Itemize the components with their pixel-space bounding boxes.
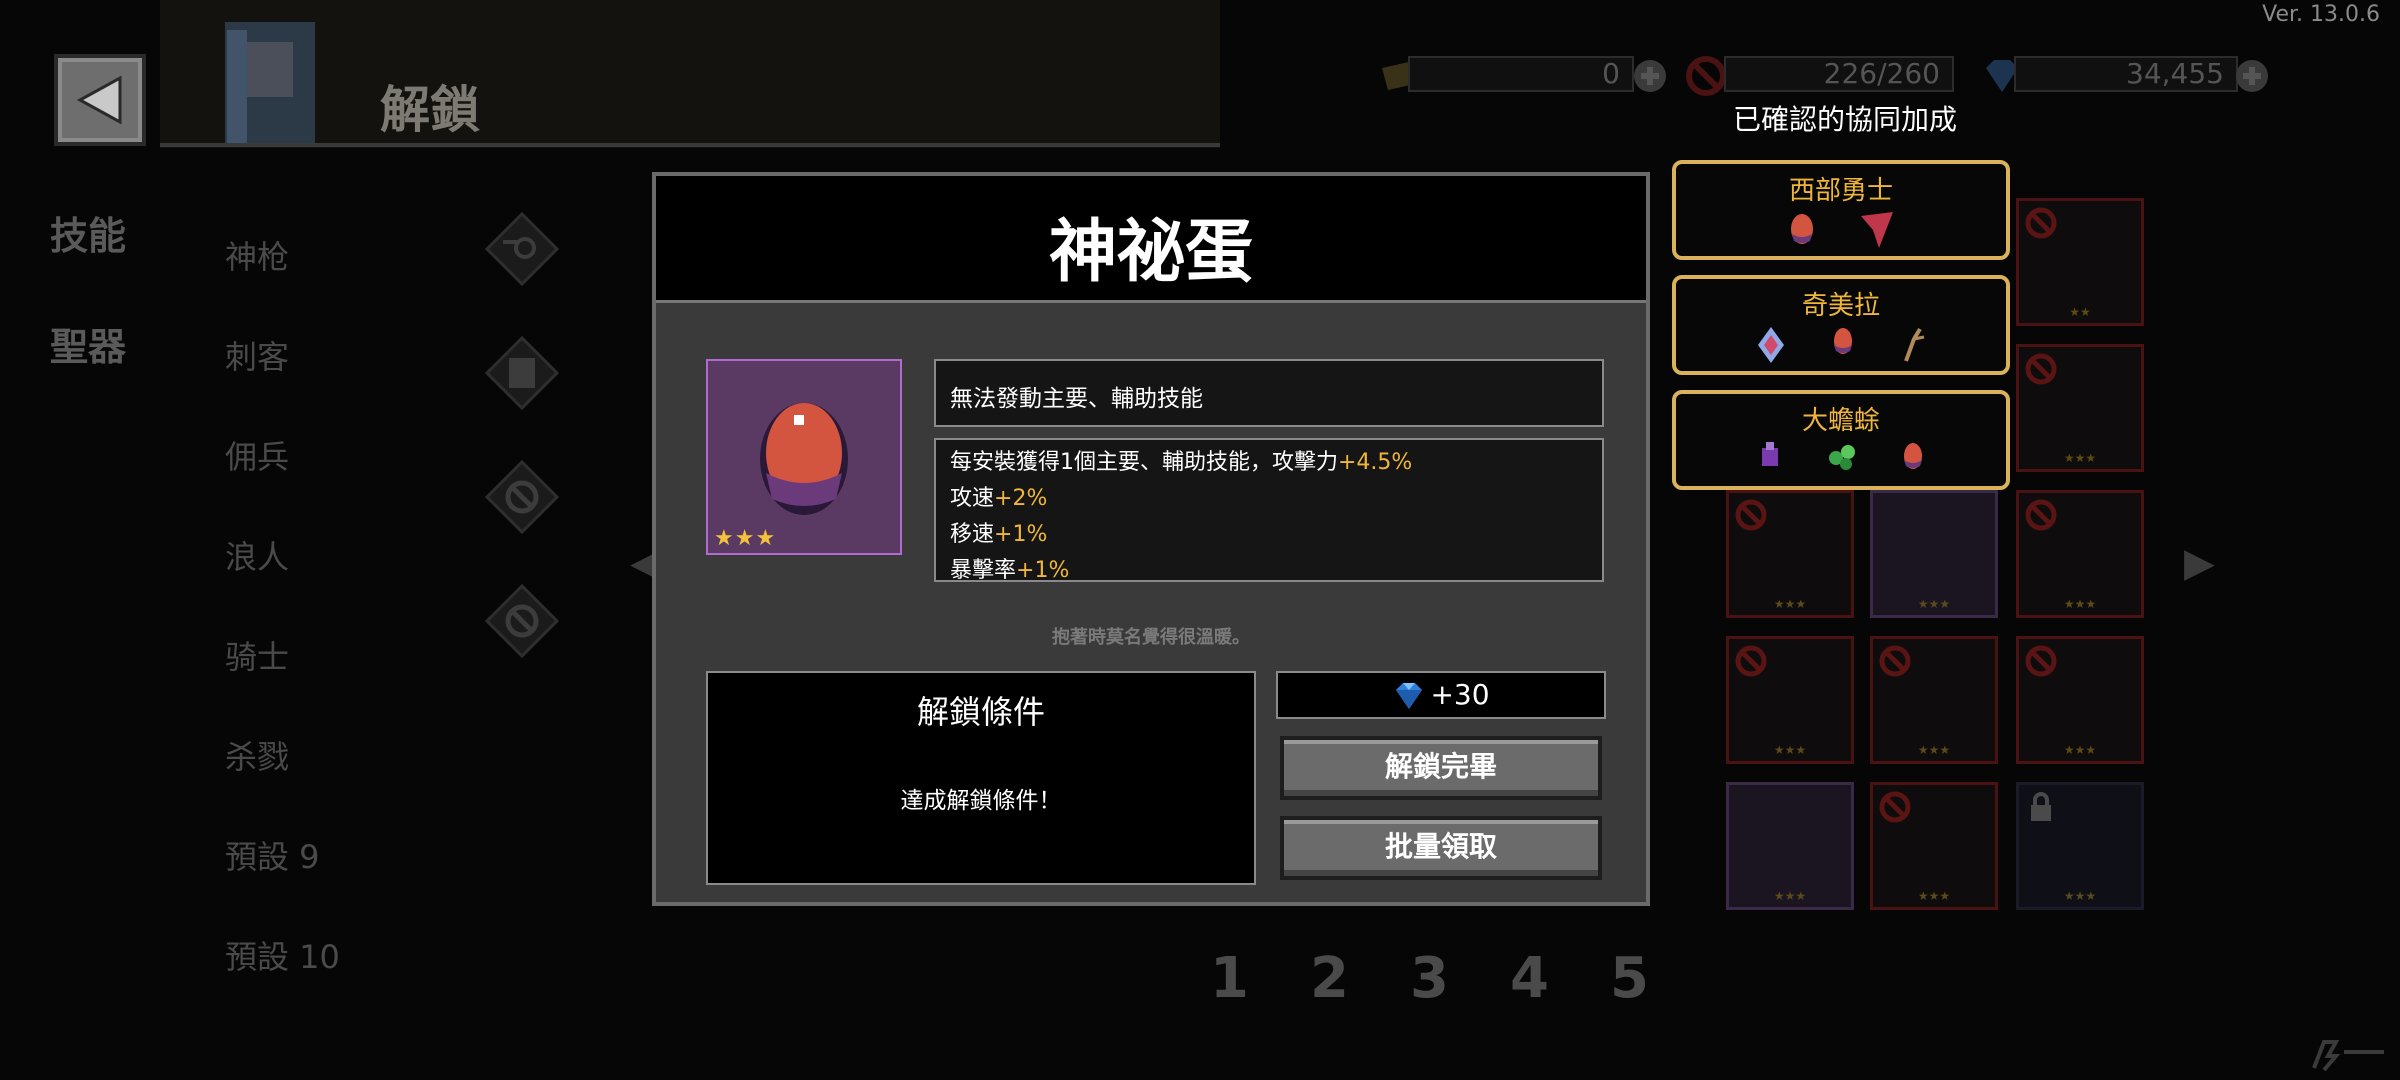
lock-icon (2031, 792, 2051, 821)
egg-icon (1904, 443, 1922, 469)
green-herb-icon (1829, 445, 1855, 470)
relic-detail-modal: 神祕蛋 ★★★ 無法發動主要、輔助技能 每安裝獲得1個主要、輔助技能，攻擊力+4… (652, 172, 1650, 906)
category-item[interactable]: 佣兵 (225, 432, 289, 478)
tab-skills[interactable]: 技能 (50, 205, 126, 260)
page-title: 解鎖 (380, 81, 480, 139)
add-gems-icon[interactable] (2234, 58, 2270, 98)
relic-slot[interactable]: ★★★ (1726, 782, 1854, 910)
locked-no-sign-icon (2025, 645, 2057, 677)
locked-no-sign-icon (1735, 645, 1767, 677)
relic-slot[interactable]: ★★★ (2016, 636, 2144, 764)
stat-line: 每安裝獲得1個主要、輔助技能，攻擊力+4.5% (950, 450, 1413, 475)
version-label: Ver. 13.0.6 (2262, 2, 2380, 27)
relic-slot[interactable]: ★★★ (1870, 636, 1998, 764)
next-page-arrow-icon[interactable]: ▶ (2184, 540, 2215, 586)
locked-no-sign-icon (2025, 353, 2057, 385)
synergy-icons (1676, 440, 2006, 472)
relic-slot[interactable]: ★★★ (1870, 782, 1998, 910)
category-item[interactable]: 預設 9 (225, 832, 320, 878)
stat-line: 移速+1% (950, 522, 1048, 547)
synergy-card[interactable]: 西部勇士 (1672, 160, 2010, 260)
locked-no-sign-icon (1879, 645, 1911, 677)
relic-slot[interactable]: ★★ (2016, 198, 2144, 326)
page-number[interactable]: 5 (1610, 946, 1649, 1011)
mystery-egg-icon (760, 403, 848, 515)
synergy-icons (1676, 210, 2006, 250)
resource-bar-tickets: 0 (1408, 56, 1634, 92)
unlock-complete-button[interactable]: 解鎖完畢 (1280, 736, 1602, 800)
crystal-icon (1758, 327, 1784, 363)
unlock-condition-box: 解鎖條件 達成解鎖條件！ (706, 671, 1256, 885)
category-item[interactable]: 骑士 (225, 632, 289, 678)
refresh-filter-icon[interactable] (484, 583, 560, 659)
item-star-rating: ★★★ (714, 526, 777, 551)
page-number[interactable]: 1 (1210, 946, 1249, 1011)
page-number[interactable]: 2 (1310, 946, 1349, 1011)
reward-display: +30 (1276, 671, 1606, 719)
add-tickets-icon[interactable] (1632, 58, 1668, 98)
category-item[interactable]: 刺客 (225, 332, 289, 378)
category-item[interactable]: 預設 10 (225, 932, 340, 978)
relic-slot[interactable]: ★★★ (1870, 490, 1998, 618)
character-avatar (215, 12, 325, 147)
synergy-name: 奇美拉 (1801, 291, 1880, 321)
page-number[interactable]: 4 (1510, 946, 1549, 1011)
red-scarf-icon (1861, 212, 1893, 248)
locked-no-sign-icon (1735, 499, 1767, 531)
watermark-logo (2310, 1038, 2390, 1078)
scroll-icon[interactable] (484, 335, 560, 411)
flavor-text: 抱著時莫名覺得很溫暖。 (1052, 627, 1250, 648)
stat-line: 暴擊率+1% (950, 558, 1070, 583)
tab-relics[interactable]: 聖器 (50, 316, 126, 371)
relic-slot[interactable]: ★★★ (2016, 490, 2144, 618)
relic-slot[interactable]: ★★★ (2016, 344, 2144, 472)
locked-no-sign-icon (2025, 499, 2057, 531)
synergy-name: 西部勇士 (1788, 176, 1893, 206)
relic-slot[interactable]: ★★★ (1726, 636, 1854, 764)
header-divider (160, 143, 1220, 147)
relic-slot[interactable]: ★★★ (2016, 782, 2144, 910)
egg-icon (1791, 214, 1813, 244)
gem-icon (1396, 683, 1423, 709)
category-item[interactable]: 神枪 (225, 232, 289, 278)
stat-list-box: 每安裝獲得1個主要、輔助技能，攻擊力+4.5% 攻速+2% 移速+1% 暴擊率+… (934, 438, 1604, 583)
locked-no-sign-icon (1879, 791, 1911, 823)
category-item[interactable]: 杀戮 (225, 732, 289, 778)
synergy-icons (1676, 325, 2006, 365)
unlock-condition-text: 達成解鎖條件！ (900, 788, 1062, 814)
synergy-card[interactable]: 大蟾蜍 (1672, 390, 2010, 490)
synergy-name: 大蟾蜍 (1801, 406, 1880, 436)
synergy-card[interactable]: 奇美拉 (1672, 275, 2010, 375)
no-sign-filter-icon[interactable] (484, 459, 560, 535)
batch-claim-button[interactable]: 批量領取 (1280, 816, 1602, 880)
purple-potion-icon (1762, 442, 1778, 466)
stat-line: 攻速+2% (950, 486, 1048, 511)
claw-icon (1904, 327, 1925, 362)
resource-bar-stamina: 226/260 (1724, 56, 1954, 92)
skill-restriction-box: 無法發動主要、輔助技能 (934, 359, 1604, 427)
page-number[interactable]: 3 (1410, 946, 1449, 1011)
filter-search-icon[interactable] (484, 211, 560, 287)
relic-slot[interactable]: ★★★ (1726, 490, 1854, 618)
locked-no-sign-icon (2025, 207, 2057, 239)
modal-header: 神祕蛋 (656, 176, 1646, 303)
resource-bar-gems: 34,455 (2014, 56, 2238, 92)
back-arrow-icon (76, 75, 122, 125)
egg-icon (1834, 328, 1852, 354)
back-button[interactable] (54, 54, 146, 146)
unlock-condition-title: 解鎖條件 (916, 693, 1045, 731)
skill-restriction-text: 無法發動主要、輔助技能 (950, 386, 1203, 412)
synergy-panel-title: 已確認的協同加成 (1732, 103, 1957, 136)
reward-amount: +30 (1430, 678, 1490, 711)
category-item[interactable]: 浪人 (225, 532, 289, 578)
stamina-icon (1684, 54, 1728, 102)
modal-title: 神祕蛋 (1048, 213, 1253, 292)
